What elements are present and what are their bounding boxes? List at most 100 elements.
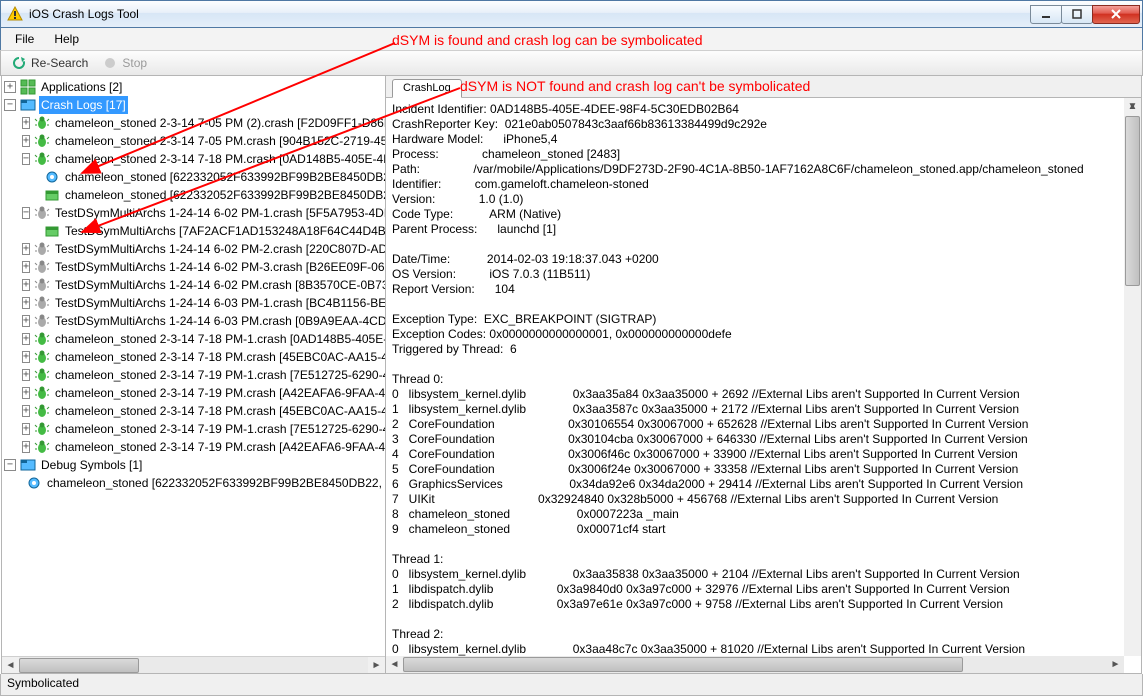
status-bar: Symbolicated (0, 674, 1143, 696)
menu-help[interactable]: Help (44, 30, 89, 48)
expander-icon[interactable]: − (22, 153, 30, 165)
tree-node-icon (34, 349, 50, 365)
toolbar-research-button[interactable]: Re-Search (5, 53, 94, 73)
toolbar-stop-button[interactable]: Stop (96, 53, 153, 73)
tree-debug-child[interactable]: chameleon_stoned [622332052F633992BF99B2… (4, 474, 385, 492)
tree-log-item[interactable]: + TestDSymMultiArchs 1-24-14 6-02 PM-3.cr… (4, 258, 385, 276)
tree-log-child[interactable]: chameleon_stoned [622332052F633992BF99B2… (4, 168, 385, 186)
tree-node-icon (34, 403, 50, 419)
tree-log-item[interactable]: + chameleon_stoned 2-3-14 7-18 PM.crash [… (4, 402, 385, 420)
expander-icon[interactable]: + (22, 279, 30, 291)
tree-node-icon (20, 97, 36, 113)
tree-node-icon (34, 331, 50, 347)
tree-node-icon (44, 169, 60, 185)
tree-node-icon (34, 241, 50, 257)
expander-icon[interactable]: + (22, 441, 30, 453)
tab-crashlog[interactable]: CrashLog (392, 79, 462, 98)
tree-node-icon (26, 475, 42, 491)
tree-node-label: chameleon_stoned [622332052F633992BF99B2… (45, 474, 385, 492)
expander-icon[interactable]: + (4, 81, 16, 93)
tree-log-item[interactable]: +chameleon_stoned 2-3-14 7-05 PM.crash [… (4, 132, 385, 150)
tree-node-icon (34, 313, 50, 329)
tree-node-icon (34, 259, 50, 275)
tree-node-label: Debug Symbols [1] (39, 456, 144, 474)
tab-strip: CrashLog (386, 76, 1141, 98)
tree-node-label: chameleon_stoned 2-3-14 7-19 PM.crash [A… (53, 384, 385, 402)
tree-log-item[interactable]: + TestDSymMultiArchs 1-24-14 6-02 PM.cras… (4, 276, 385, 294)
expander-icon[interactable]: + (22, 351, 30, 363)
tree-log-item[interactable]: + TestDSymMultiArchs 1-24-14 6-03 PM.cras… (4, 312, 385, 330)
tree-node-label: chameleon_stoned 2-3-14 7-18 PM-1.crash … (53, 330, 385, 348)
tree-log-item[interactable]: + chameleon_stoned 2-3-14 7-19 PM.crash [… (4, 438, 385, 456)
tree-log-item[interactable]: + chameleon_stoned 2-3-14 7-05 PM (2).cra… (4, 114, 385, 132)
tree-node-label: Crash Logs [17] (39, 96, 128, 114)
tree-node-label: TestDSymMultiArchs 1-24-14 6-03 PM.crash… (53, 312, 385, 330)
tree-node-label: TestDSymMultiArchs 1-24-14 6-02 PM-3.cra… (53, 258, 385, 276)
tree-node-icon (34, 277, 50, 293)
crash-tree[interactable]: +Applications [2]−Crash Logs [17]+chamel… (2, 76, 385, 494)
tree-node-icon (34, 295, 50, 311)
tree-log-item[interactable]: +TestDSymMultiArchs 1-24-14 6-03 PM-1.cr… (4, 294, 385, 312)
crashlog-pane: CrashLog Incident Identifier: 0AD148B5-4… (386, 76, 1141, 673)
tree-node-label: chameleon_stoned 2-3-14 7-18 PM.crash [4… (53, 402, 385, 420)
window-close-button[interactable] (1092, 5, 1140, 24)
tree-node-label: TestDSymMultiArchs [7AF2ACF1AD153248A18F… (63, 222, 385, 240)
tree-log-child[interactable]: TestDSymMultiArchs [7AF2ACF1AD153248A18F… (4, 222, 385, 240)
status-text: Symbolicated (7, 676, 79, 690)
expander-icon[interactable]: − (4, 99, 16, 111)
expander-icon[interactable]: + (22, 261, 30, 273)
tree-node-label: chameleon_stoned 2-3-14 7-19 PM-1.crash … (53, 366, 385, 384)
tree-root-applications[interactable]: + Applications [2] (4, 78, 385, 96)
tree-node-icon (44, 223, 60, 239)
toolbar-stop-label: Stop (122, 56, 147, 70)
tree-log-item[interactable]: + chameleon_stoned 2-3-14 7-19 PM.crash [… (4, 384, 385, 402)
menu-file[interactable]: File (5, 30, 44, 48)
tree-log-item[interactable]: +chameleon_stoned 2-3-14 7-18 PM.crash [… (4, 348, 385, 366)
crashlog-horizontal-scrollbar[interactable]: ◄ ► (386, 656, 1124, 673)
tree-log-item[interactable]: +TestDSymMultiArchs 1-24-14 6-02 PM-2.cr… (4, 240, 385, 258)
tree-log-item[interactable]: +chameleon_stoned 2-3-14 7-19 PM-1.crash… (4, 420, 385, 438)
tree-log-item[interactable]: + chameleon_stoned 2-3-14 7-19 PM-1.crash… (4, 366, 385, 384)
expander-icon[interactable]: + (22, 315, 30, 327)
expander-icon[interactable]: + (22, 369, 30, 381)
tree-node-icon (34, 133, 50, 149)
expander-icon[interactable]: + (22, 423, 30, 435)
app-icon (7, 6, 23, 22)
tree-node-icon (34, 385, 50, 401)
tree-node-icon (20, 79, 36, 95)
tree-node-icon (34, 421, 50, 437)
toolbar-research-label: Re-Search (31, 56, 88, 70)
tree-log-item[interactable]: − chameleon_stoned 2-3-14 7-18 PM.crash [… (4, 150, 385, 168)
expander-icon[interactable]: + (22, 243, 30, 255)
crashlog-vertical-scrollbar[interactable]: ▲ ▼ (1124, 98, 1141, 656)
crashlog-text[interactable]: Incident Identifier: 0AD148B5-405E-4DEE-… (386, 98, 1141, 673)
tree-node-icon (44, 187, 60, 203)
window-minimize-button[interactable] (1030, 5, 1062, 24)
expander-icon[interactable]: − (4, 459, 16, 471)
tree-log-item[interactable]: − TestDSymMultiArchs 1-24-14 6-02 PM-1.cr… (4, 204, 385, 222)
tree-log-child[interactable]: chameleon_stoned [622332052F633992BF99B2… (4, 186, 385, 204)
tree-horizontal-scrollbar[interactable]: ◄ ► (2, 656, 385, 673)
tree-node-label: chameleon_stoned 2-3-14 7-18 PM.crash [0… (53, 150, 385, 168)
toolbar: Re-Search Stop (0, 50, 1143, 76)
expander-icon[interactable]: + (22, 387, 30, 399)
tree-root-crashlogs[interactable]: − Crash Logs [17] (4, 96, 385, 114)
tree-node-icon (34, 115, 50, 131)
tree-node-label: Applications [2] (39, 78, 124, 96)
expander-icon[interactable]: + (22, 135, 30, 147)
expander-icon[interactable]: + (22, 333, 30, 345)
tree-node-label: chameleon_stoned 2-3-14 7-05 PM (2).cras… (53, 114, 385, 132)
tree-node-label: chameleon_stoned [622332052F633992BF99B2… (63, 168, 385, 186)
tree-node-label: TestDSymMultiArchs 1-24-14 6-02 PM-1.cra… (53, 204, 385, 222)
tree-log-item[interactable]: + chameleon_stoned 2-3-14 7-18 PM-1.crash… (4, 330, 385, 348)
expander-icon[interactable]: + (22, 405, 30, 417)
expander-icon[interactable]: + (22, 117, 30, 129)
tree-root-debug[interactable]: − Debug Symbols [1] (4, 456, 385, 474)
tree-node-icon (34, 367, 50, 383)
tree-node-label: TestDSymMultiArchs 1-24-14 6-02 PM.crash… (53, 276, 385, 294)
expander-icon[interactable]: − (22, 207, 30, 219)
expander-icon[interactable]: + (22, 297, 30, 309)
stop-icon (102, 55, 118, 71)
window-maximize-button[interactable] (1061, 5, 1093, 24)
tree-node-label: chameleon_stoned 2-3-14 7-19 PM.crash [A… (53, 438, 385, 456)
